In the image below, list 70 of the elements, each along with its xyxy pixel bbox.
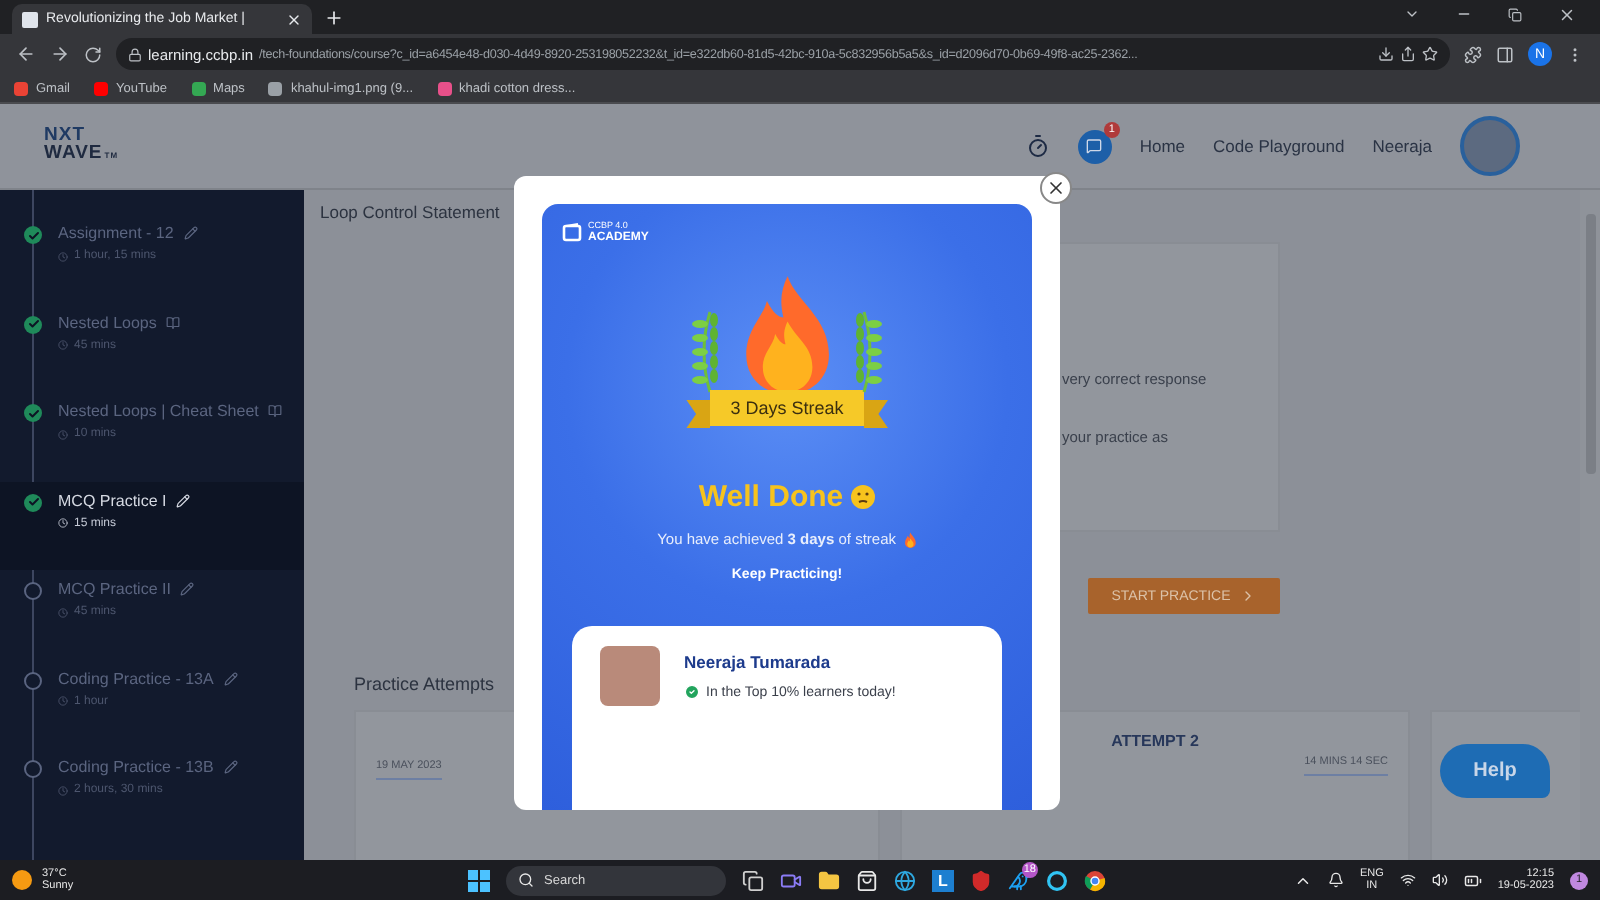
sun-icon — [12, 870, 32, 890]
item-title: Nested Loops | Cheat Sheet — [58, 402, 259, 420]
store-icon[interactable] — [856, 869, 878, 891]
clock-icon — [58, 340, 68, 350]
laurel-icon — [689, 308, 718, 396]
clock-icon — [58, 518, 68, 528]
browser-icon[interactable] — [1084, 869, 1106, 891]
search-icon — [518, 872, 534, 888]
item-title: MCQ Practice I — [58, 491, 167, 509]
wifi-icon[interactable] — [1399, 872, 1416, 888]
clock-icon — [58, 251, 68, 261]
app-tile[interactable]: L — [932, 869, 954, 891]
user-name: Neeraja — [1372, 136, 1432, 156]
tab-search-icon[interactable] — [1404, 6, 1420, 22]
item-title: Coding Practice - 13B — [58, 758, 214, 776]
lock-icon — [128, 47, 142, 61]
bell-icon[interactable] — [1327, 872, 1344, 888]
section-title: Practice Attempts — [354, 674, 495, 694]
pencil-icon — [176, 493, 191, 507]
chat-icon — [1086, 138, 1103, 154]
close-icon[interactable] — [1558, 5, 1576, 23]
windows-icon[interactable] — [468, 869, 490, 891]
ring-icon[interactable] — [1046, 869, 1068, 891]
stopwatch-icon[interactable] — [1025, 134, 1050, 158]
globe-icon[interactable] — [894, 869, 916, 891]
item-title: MCQ Practice II — [58, 580, 171, 598]
clock-icon — [58, 607, 68, 617]
close-icon — [1046, 178, 1066, 198]
item-title: Assignment - 12 — [58, 224, 174, 242]
book-icon — [268, 404, 283, 418]
shield-icon[interactable] — [970, 869, 992, 891]
item-title: Nested Loops — [58, 313, 157, 331]
smiley-icon — [849, 484, 876, 510]
install-icon[interactable] — [1378, 46, 1394, 62]
book-icon — [166, 315, 181, 329]
bookmark-star-icon[interactable] — [1422, 46, 1438, 62]
heading-text: Well Done — [698, 480, 844, 514]
folder-icon[interactable] — [818, 869, 840, 891]
help-button[interactable]: Help — [1440, 744, 1550, 798]
pencil-icon — [223, 671, 238, 685]
restore-icon[interactable] — [1508, 7, 1522, 21]
laurel-icon — [856, 308, 885, 396]
share-icon[interactable] — [1400, 46, 1416, 62]
clock-icon — [58, 429, 68, 439]
pencil-icon — [223, 760, 238, 774]
volume-icon[interactable] — [1431, 872, 1448, 888]
reload-icon[interactable] — [84, 45, 102, 63]
back-icon[interactable] — [16, 44, 36, 64]
side-panel-icon[interactable] — [1496, 45, 1514, 63]
pencil-icon — [180, 582, 195, 596]
new-tab-icon[interactable] — [324, 8, 344, 28]
task-view-icon[interactable] — [742, 869, 764, 891]
learner-name: Neeraja Tumarada — [684, 652, 833, 672]
favicon-icon — [22, 11, 38, 27]
pencil-icon — [183, 226, 198, 240]
nav-link[interactable]: Home — [1139, 136, 1186, 156]
streak-ribbon: 3 Days Streak — [686, 388, 888, 428]
nav-link[interactable]: Code Playground — [1213, 136, 1345, 156]
forward-icon[interactable] — [50, 44, 70, 64]
video-chat-icon[interactable] — [780, 869, 802, 891]
photo-placeholder — [600, 646, 660, 706]
attempt-title: ATTEMPT 2 — [1111, 732, 1199, 750]
clock-icon — [58, 785, 68, 795]
extensions-icon[interactable] — [1464, 45, 1482, 63]
battery-icon[interactable] — [1463, 871, 1482, 889]
item-title: Coding Practice - 13A — [58, 669, 214, 687]
breadcrumb-title: Loop Control Statement — [320, 202, 502, 222]
clock-icon — [58, 696, 68, 706]
fire-icon — [904, 531, 917, 547]
check-icon — [684, 684, 700, 700]
